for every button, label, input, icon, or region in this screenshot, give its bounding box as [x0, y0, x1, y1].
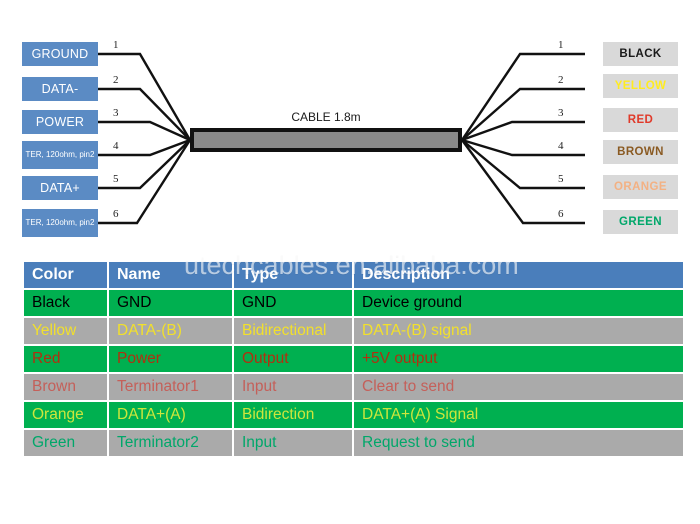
table-row: Yellow DATA-(B) Bidirectional DATA-(B) s… — [24, 318, 683, 344]
pin-number-left-4: 4 — [113, 140, 119, 152]
pinout-table: Color Name Type Description Black GND GN… — [22, 260, 685, 458]
cell-color: Black — [24, 290, 107, 316]
color-box-orange-label: ORANGE — [614, 181, 667, 193]
cell-name: DATA-(B) — [109, 318, 232, 344]
table-row: Red Power Output +5V output — [24, 346, 683, 372]
pin-box-left-6[interactable]: TER, 120ohm, pin2 — [22, 209, 98, 237]
pin-box-left-6-label: TER, 120ohm, pin2 — [25, 218, 95, 227]
pin-number-right-6: 6 — [558, 208, 564, 220]
diagram-page: GROUND DATA- POWER TER, 120ohm, pin2 DAT… — [0, 0, 700, 524]
table-header-type: Type — [234, 262, 352, 288]
pin-number-left-5: 5 — [113, 173, 119, 185]
cell-description: Request to send — [354, 430, 683, 456]
pin-number-left-2: 2 — [113, 74, 119, 86]
cell-color: Yellow — [24, 318, 107, 344]
color-box-orange[interactable]: ORANGE — [603, 175, 678, 199]
cell-color: Green — [24, 430, 107, 456]
cell-description: DATA+(A) Signal — [354, 402, 683, 428]
table-header-row: Color Name Type Description — [24, 262, 683, 288]
cell-color: Brown — [24, 374, 107, 400]
color-box-black[interactable]: BLACK — [603, 42, 678, 66]
color-box-red[interactable]: RED — [603, 108, 678, 132]
table-row: Orange DATA+(A) Bidirection DATA+(A) Sig… — [24, 402, 683, 428]
color-box-red-label: RED — [627, 114, 654, 126]
table-header-color: Color — [24, 262, 107, 288]
cell-type: Output — [234, 346, 352, 372]
cell-description: Device ground — [354, 290, 683, 316]
pin-number-right-4: 4 — [558, 140, 564, 152]
pin-number-left-1: 1 — [113, 39, 119, 51]
cell-description: DATA-(B) signal — [354, 318, 683, 344]
color-box-green[interactable]: GREEN — [603, 210, 678, 234]
color-box-black-label: BLACK — [619, 48, 662, 60]
table-row: Brown Terminator1 Input Clear to send — [24, 374, 683, 400]
cell-color: Orange — [24, 402, 107, 428]
color-box-brown-label: BROWN — [617, 146, 664, 158]
color-box-brown[interactable]: BROWN — [603, 140, 678, 164]
pin-number-right-3: 3 — [558, 107, 564, 119]
pin-number-right-1: 1 — [558, 39, 564, 51]
cell-name: Power — [109, 346, 232, 372]
cell-type: Input — [234, 374, 352, 400]
pin-box-left-4-label: TER, 120ohm, pin2 — [25, 150, 95, 159]
wire-lines — [98, 52, 585, 225]
color-box-green-label: GREEN — [619, 216, 662, 228]
pin-number-right-2: 2 — [558, 74, 564, 86]
pin-box-left-5-label: DATA+ — [40, 181, 80, 195]
pin-box-left-1-label: GROUND — [31, 47, 89, 61]
table-row: Black GND GND Device ground — [24, 290, 683, 316]
pin-box-left-2[interactable]: DATA- — [22, 77, 98, 101]
table-row: Green Terminator2 Input Request to send — [24, 430, 683, 456]
cell-type: Bidirection — [234, 402, 352, 428]
cell-name: GND — [109, 290, 232, 316]
cell-type: Input — [234, 430, 352, 456]
cable-pinout-diagram: GROUND DATA- POWER TER, 120ohm, pin2 DAT… — [0, 0, 700, 250]
pin-number-right-5: 5 — [558, 173, 564, 185]
pin-number-left-6: 6 — [113, 208, 119, 220]
cell-name: Terminator2 — [109, 430, 232, 456]
pin-box-left-3[interactable]: POWER — [22, 110, 98, 134]
table-header-description: Description — [354, 262, 683, 288]
pin-box-left-1[interactable]: GROUND — [22, 42, 98, 66]
pin-box-left-2-label: DATA- — [41, 82, 79, 96]
pin-number-left-3: 3 — [113, 107, 119, 119]
pin-box-left-3-label: POWER — [35, 115, 85, 129]
cell-color: Red — [24, 346, 107, 372]
cell-name: Terminator1 — [109, 374, 232, 400]
table-header-name: Name — [109, 262, 232, 288]
cable-length-label: CABLE 1.8m — [291, 110, 361, 124]
cell-name: DATA+(A) — [109, 402, 232, 428]
cell-type: Bidirectional — [234, 318, 352, 344]
cell-description: Clear to send — [354, 374, 683, 400]
cell-description: +5V output — [354, 346, 683, 372]
color-box-yellow[interactable]: YELLOW — [603, 74, 678, 98]
cell-type: GND — [234, 290, 352, 316]
pin-box-left-5[interactable]: DATA+ — [22, 176, 98, 200]
cable-body — [190, 128, 462, 152]
pin-box-left-4[interactable]: TER, 120ohm, pin2 — [22, 141, 98, 169]
color-box-yellow-label: YELLOW — [614, 80, 667, 92]
